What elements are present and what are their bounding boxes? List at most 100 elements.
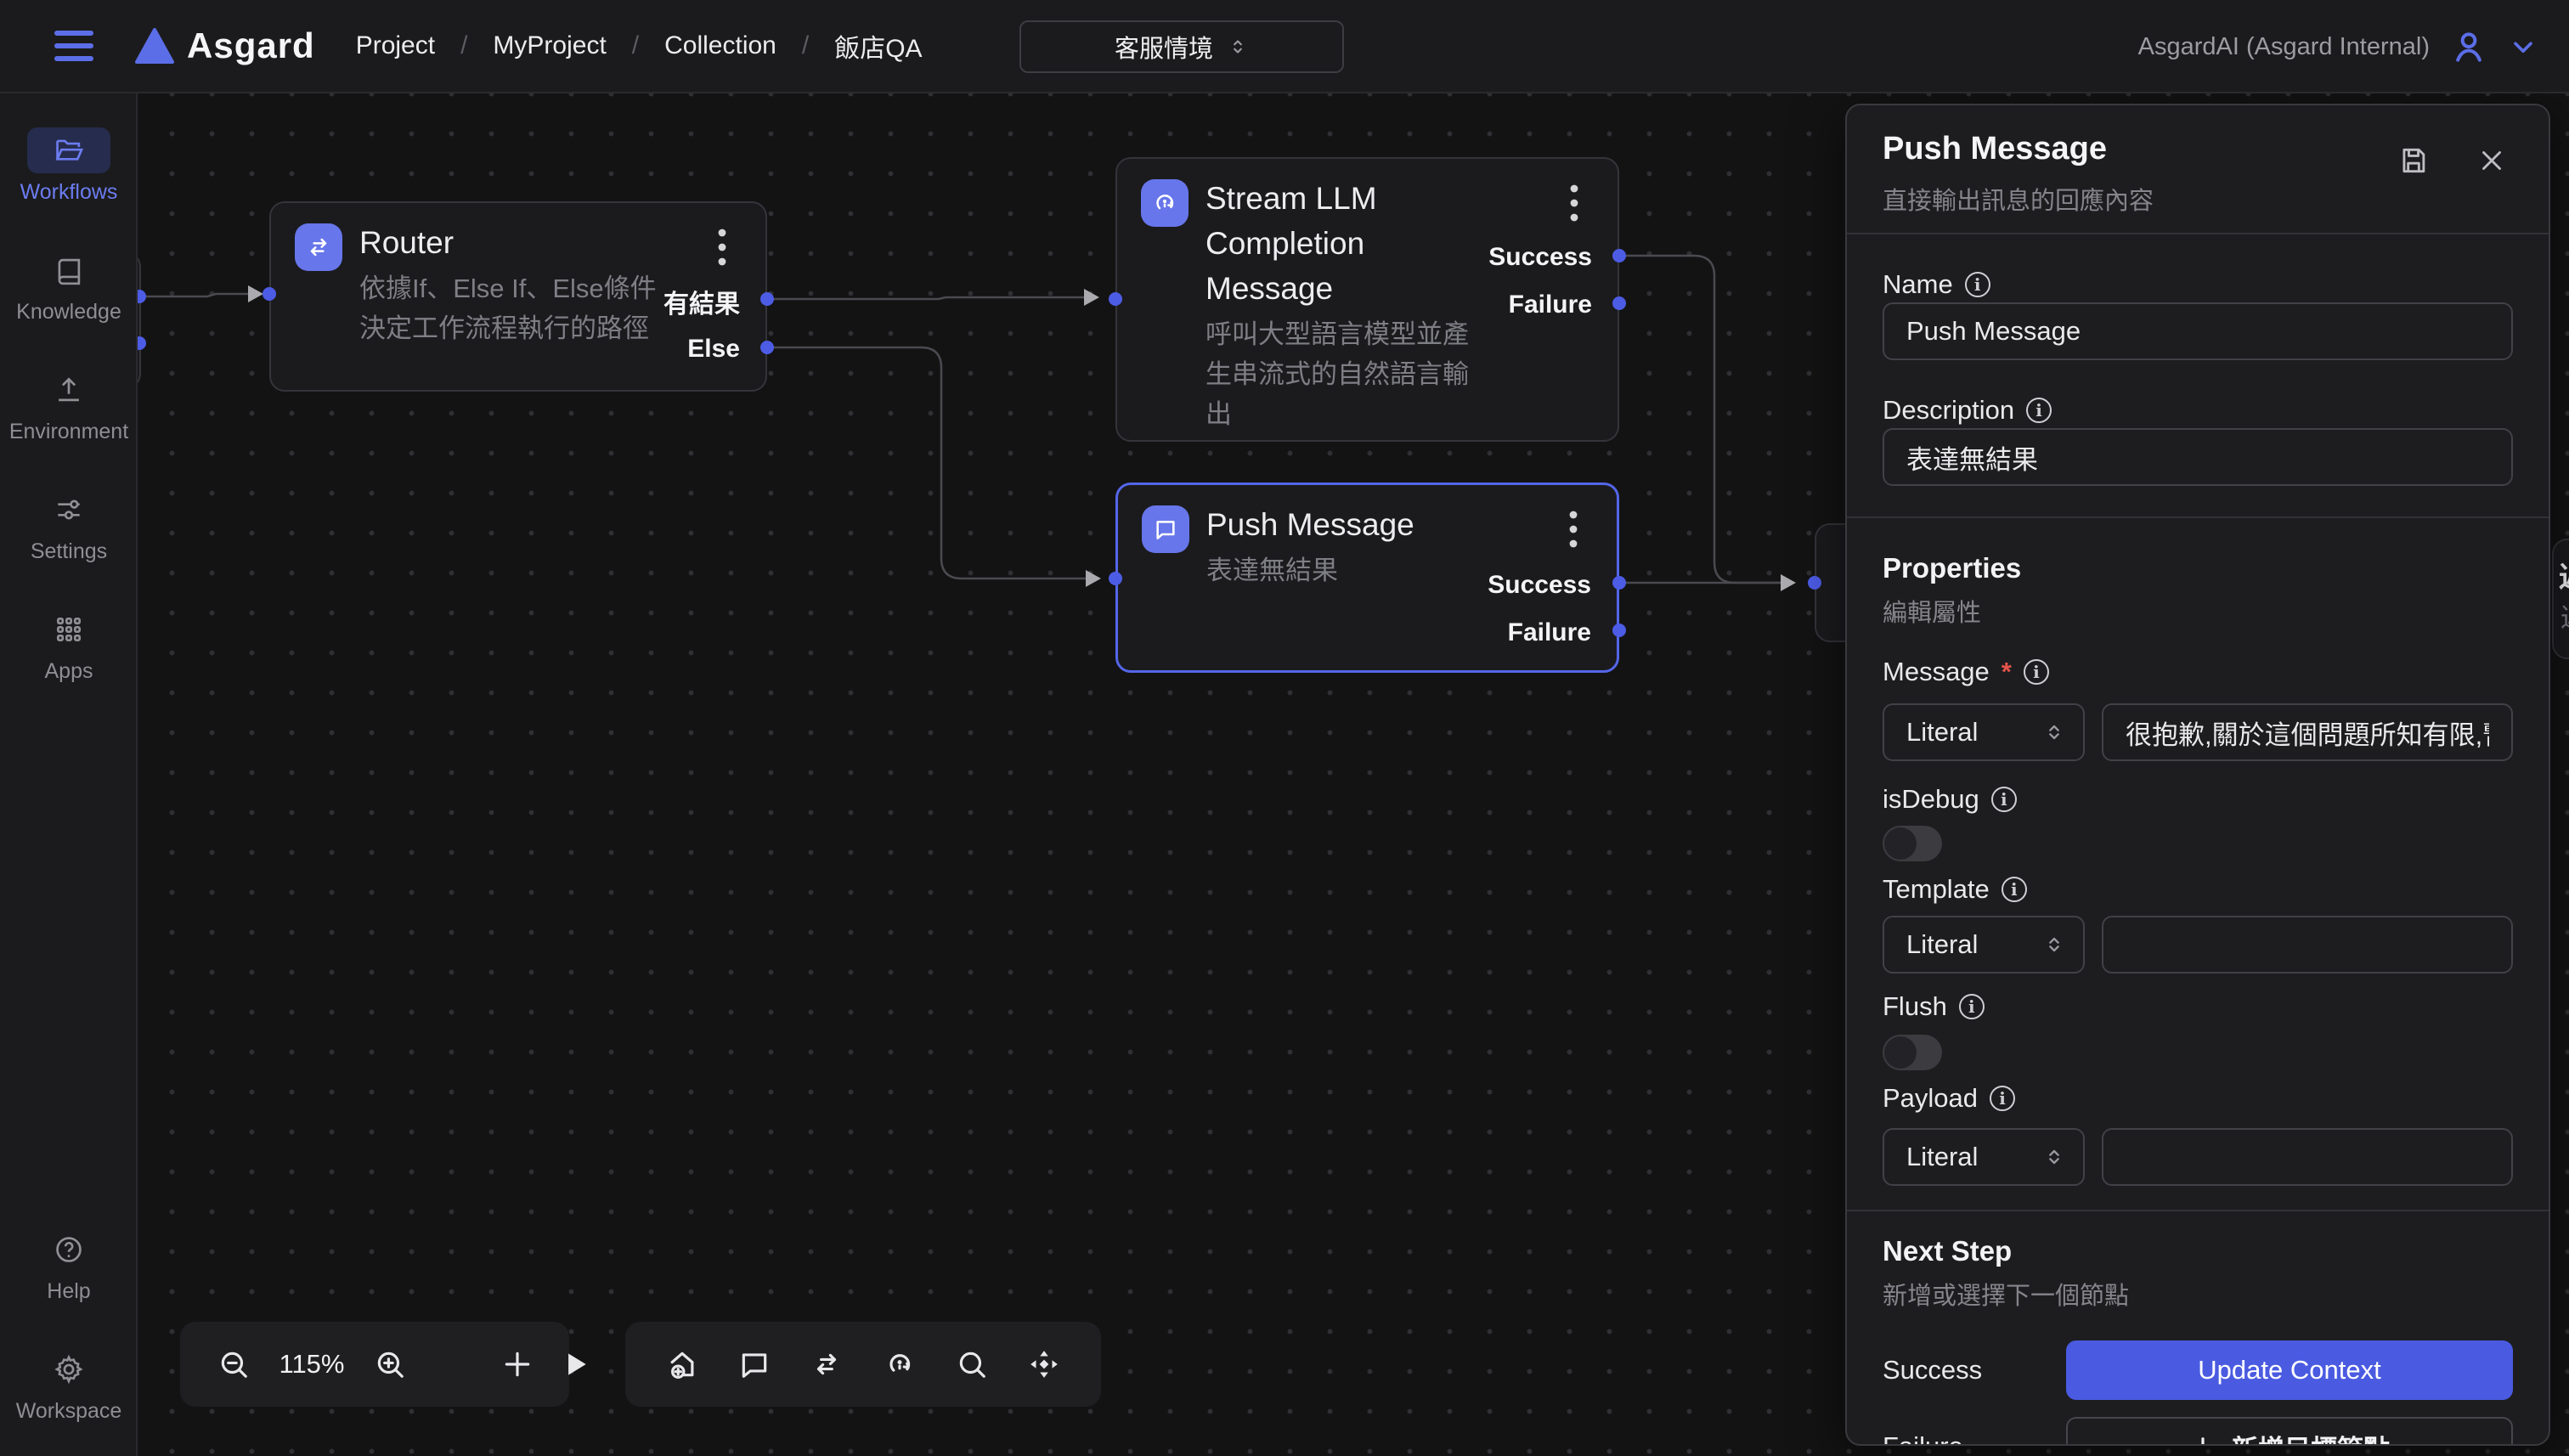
info-icon[interactable] bbox=[1959, 994, 1985, 1019]
properties-subtitle: 編輯屬性 bbox=[1883, 593, 2513, 629]
book-icon bbox=[27, 247, 110, 293]
upload-icon bbox=[27, 367, 110, 413]
node-clipped-right[interactable]: 返 返 bbox=[2552, 539, 2569, 659]
node-menu-kebab-icon[interactable] bbox=[716, 225, 728, 269]
zoom-level-value[interactable]: 115% bbox=[275, 1349, 348, 1380]
output-port-label: 有結果 bbox=[663, 283, 740, 320]
add-router-node-button[interactable] bbox=[810, 1348, 843, 1380]
asgard-triangle-icon bbox=[134, 27, 175, 65]
info-icon[interactable] bbox=[2024, 659, 2049, 685]
next-step-title: Next Step bbox=[1883, 1235, 2513, 1267]
add-button[interactable] bbox=[501, 1348, 534, 1380]
template-field-label: Template bbox=[1883, 873, 2513, 906]
payload-field-label: Payload bbox=[1883, 1082, 2513, 1115]
template-mode-select[interactable]: Literal bbox=[1883, 916, 2085, 973]
breadcrumb-workflow[interactable]: 飯店QA bbox=[834, 27, 922, 65]
add-home-node-button[interactable] bbox=[666, 1348, 698, 1380]
breadcrumb-collection[interactable]: Collection bbox=[664, 31, 776, 60]
isdebug-toggle[interactable] bbox=[1883, 826, 1942, 861]
info-icon[interactable] bbox=[2026, 398, 2052, 423]
next-step-subtitle: 新增或選擇下一個節點 bbox=[1883, 1276, 2513, 1312]
menu-hamburger-icon[interactable] bbox=[54, 31, 93, 61]
search-button[interactable] bbox=[956, 1348, 988, 1380]
add-failure-target-button[interactable]: 新增目標節點 bbox=[2066, 1417, 2513, 1446]
sidebar-item-environment[interactable]: Environment bbox=[0, 367, 138, 444]
node-description: 呼叫大型語言模型並產生串流式的自然語言輸出 bbox=[1205, 314, 1486, 434]
template-value-input[interactable] bbox=[2102, 916, 2513, 973]
message-field-label: Message* bbox=[1883, 656, 2513, 688]
breadcrumb-myproject[interactable]: MyProject bbox=[493, 31, 606, 60]
output-port-label: Success bbox=[1488, 571, 1591, 600]
add-llm-node-button[interactable] bbox=[884, 1348, 916, 1380]
breadcrumb: Project / MyProject / Collection / 飯店QA bbox=[356, 27, 923, 65]
brand-logo[interactable]: Asgard bbox=[134, 25, 315, 66]
environment-select[interactable]: 客服情境 bbox=[1019, 20, 1344, 73]
output-port-label: Success bbox=[1488, 243, 1592, 272]
sidebar-item-apps[interactable]: Apps bbox=[0, 607, 138, 684]
message-mode-select[interactable]: Literal bbox=[1883, 703, 2085, 761]
output-port-label: Else bbox=[687, 335, 740, 364]
sidebar-item-workspace[interactable]: Workspace bbox=[0, 1346, 138, 1424]
folder-icon bbox=[27, 127, 110, 173]
save-icon[interactable] bbox=[2397, 144, 2430, 177]
node-router[interactable]: Router 依據If、Else If、Else條件決定工作流程執行的路徑 有結… bbox=[269, 201, 767, 392]
failure-branch-label: Failure bbox=[1883, 1431, 2066, 1446]
info-icon[interactable] bbox=[2002, 877, 2027, 902]
name-input[interactable] bbox=[1883, 302, 2513, 360]
flush-field-label: Flush bbox=[1883, 990, 2513, 1023]
sidebar-item-help[interactable]: Help bbox=[0, 1227, 138, 1304]
description-input[interactable] bbox=[1883, 428, 2513, 486]
node-description: 返 bbox=[2561, 596, 2569, 635]
account-label: AsgardAI (Asgard Internal) bbox=[2138, 33, 2430, 61]
node-title: Router bbox=[359, 220, 699, 265]
properties-title: Properties bbox=[1883, 552, 2513, 584]
sidebar: Workflows Knowledge Environment Settings bbox=[0, 93, 138, 1456]
apps-grid-icon bbox=[27, 607, 110, 652]
zoom-toolbar: 115% bbox=[180, 1322, 569, 1407]
info-icon[interactable] bbox=[1990, 1086, 2015, 1111]
name-field-label: Name bbox=[1883, 268, 2513, 301]
node-push-message[interactable]: Push Message 表達無結果 Success Failure bbox=[1115, 483, 1619, 673]
chevron-updown-icon bbox=[2042, 933, 2066, 957]
node-detail-panel: Push Message 直接輸出訊息的回應內容 Name Descriptio… bbox=[1845, 104, 2550, 1446]
account-menu[interactable]: AsgardAI (Asgard Internal) bbox=[2138, 0, 2538, 93]
node-menu-kebab-icon[interactable] bbox=[1567, 507, 1579, 551]
add-message-node-button[interactable] bbox=[738, 1348, 771, 1380]
success-target-button[interactable]: Update Context bbox=[2066, 1340, 2513, 1400]
brand-name: Asgard bbox=[187, 25, 315, 66]
router-icon bbox=[295, 223, 342, 271]
flush-toggle[interactable] bbox=[1883, 1035, 1942, 1070]
node-stream-llm[interactable]: Stream LLM Completion Message 呼叫大型語言模型並產… bbox=[1115, 157, 1619, 442]
info-icon[interactable] bbox=[1965, 272, 1990, 297]
sidebar-item-workflows[interactable]: Workflows bbox=[0, 127, 138, 205]
panel-divider bbox=[1847, 1210, 2549, 1211]
message-value-input[interactable] bbox=[2102, 703, 2513, 761]
panel-divider bbox=[1847, 516, 2549, 518]
move-pan-button[interactable] bbox=[1028, 1348, 1060, 1380]
zoom-in-button[interactable] bbox=[374, 1348, 406, 1380]
output-port-label: Failure bbox=[1508, 618, 1591, 647]
description-field-label: Description bbox=[1883, 394, 2513, 426]
sidebar-item-knowledge[interactable]: Knowledge bbox=[0, 247, 138, 324]
sliders-icon bbox=[27, 487, 110, 533]
stream-llm-icon bbox=[1141, 179, 1189, 227]
node-title: Push Message bbox=[1206, 502, 1563, 547]
panel-subtitle: 直接輸出訊息的回應內容 bbox=[1883, 181, 2513, 217]
zoom-out-button[interactable] bbox=[217, 1348, 250, 1380]
topbar: Asgard Project / MyProject / Collection … bbox=[0, 0, 2569, 93]
breadcrumb-project[interactable]: Project bbox=[356, 31, 435, 60]
plus-icon bbox=[2189, 1433, 2216, 1446]
node-description: 依據If、Else If、Else條件決定工作流程執行的路徑 bbox=[359, 268, 675, 348]
sidebar-item-settings[interactable]: Settings bbox=[0, 487, 138, 564]
close-icon[interactable] bbox=[2476, 144, 2508, 177]
output-port-label: Failure bbox=[1509, 291, 1592, 319]
help-circle-icon bbox=[27, 1227, 110, 1273]
payload-mode-select[interactable]: Literal bbox=[1883, 1128, 2085, 1186]
node-palette-toolbar bbox=[625, 1322, 1101, 1407]
node-title: Stream LLM Completion Message bbox=[1205, 176, 1418, 311]
node-menu-kebab-icon[interactable] bbox=[1568, 181, 1580, 225]
chevron-updown-icon bbox=[2042, 720, 2066, 744]
run-workflow-button[interactable] bbox=[559, 1348, 591, 1380]
payload-value-input[interactable] bbox=[2102, 1128, 2513, 1186]
info-icon[interactable] bbox=[1991, 787, 2017, 812]
